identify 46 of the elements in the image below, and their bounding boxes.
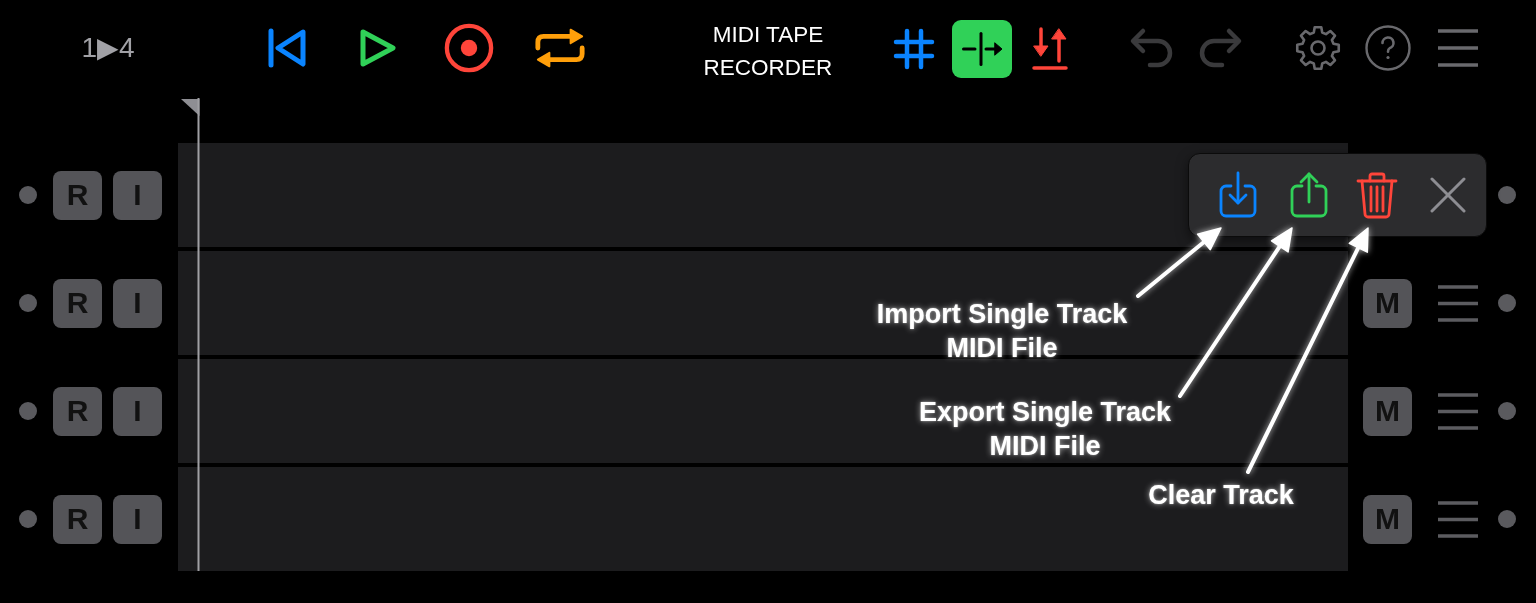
track-lane[interactable] (178, 359, 1348, 463)
split-arrow-icon (961, 32, 1003, 66)
bar-range-label[interactable]: 1▶4 (76, 31, 140, 65)
input-button[interactable]: I (113, 278, 162, 328)
help-icon[interactable] (1365, 25, 1411, 71)
share-icon[interactable] (1289, 171, 1329, 219)
mute-button[interactable]: M (1363, 494, 1412, 544)
dot-icon (19, 294, 37, 312)
grid-icon (893, 28, 935, 70)
track-menu-icon[interactable] (1438, 500, 1478, 538)
up-down-arrows-icon (1032, 27, 1068, 71)
close-icon[interactable] (1430, 177, 1466, 213)
record-enable-button[interactable]: R (53, 278, 102, 328)
menu-icon[interactable] (1438, 29, 1478, 67)
loop-icon[interactable] (534, 26, 586, 70)
split-button[interactable] (952, 20, 1012, 78)
input-button[interactable]: I (113, 386, 162, 436)
record-icon[interactable] (444, 23, 494, 73)
dot-icon (19, 186, 37, 204)
trash-icon[interactable] (1356, 171, 1398, 219)
dot-icon (1498, 186, 1516, 204)
dot-icon (19, 510, 37, 528)
track-menu-icon[interactable] (1438, 392, 1478, 430)
callout-label: Import Single Track MIDI File (876, 298, 1128, 365)
callout-label: Clear Track (1148, 479, 1294, 512)
dot-icon (1498, 402, 1516, 420)
settings-icon[interactable] (1295, 25, 1341, 71)
record-enable-button[interactable]: R (53, 386, 102, 436)
dot-icon (1498, 294, 1516, 312)
dot-icon (19, 402, 37, 420)
track-lane[interactable] (178, 467, 1348, 571)
mute-button[interactable]: M (1363, 386, 1412, 436)
skip-back-icon[interactable] (268, 28, 306, 68)
callout-label: Export Single Track MIDI File (918, 396, 1172, 463)
dot-icon (1498, 510, 1516, 528)
play-icon[interactable] (359, 28, 397, 68)
input-button[interactable]: I (113, 494, 162, 544)
track-menu-icon[interactable] (1438, 284, 1478, 322)
mute-button[interactable]: M (1363, 278, 1412, 328)
playhead[interactable] (181, 98, 200, 571)
input-button[interactable]: I (113, 170, 162, 220)
record-enable-button[interactable]: R (53, 494, 102, 544)
record-enable-button[interactable]: R (53, 170, 102, 220)
app-title: MIDI TAPE RECORDER (702, 21, 834, 82)
track-lane[interactable] (178, 251, 1348, 355)
download-tray-icon[interactable] (1218, 171, 1258, 219)
